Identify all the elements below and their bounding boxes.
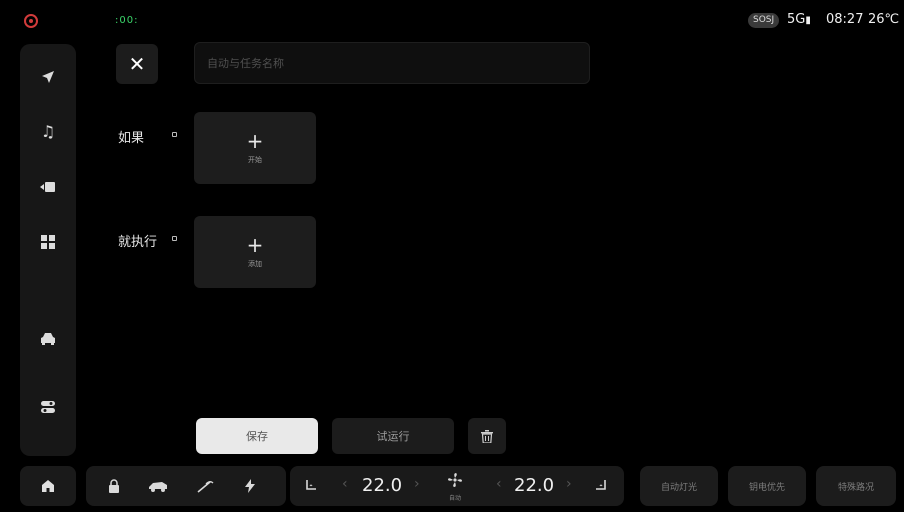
outside-temperature: 26℃ (868, 12, 900, 27)
sidebar: ♫ (20, 44, 76, 456)
apps-icon[interactable] (20, 227, 76, 257)
special-road-mode-button[interactable]: 特殊路况 (816, 466, 896, 506)
close-button[interactable]: ✕ (116, 44, 158, 84)
plus-icon: + (246, 129, 264, 153)
test-run-button[interactable]: 试运行 (332, 418, 454, 454)
right-temperature-value: 22.0 (514, 475, 555, 496)
network-label: 5G (787, 12, 806, 27)
auto-lights-button[interactable]: 自动灯光 (640, 466, 718, 506)
status-indicator: :00: (115, 15, 139, 26)
trash-icon (481, 429, 493, 443)
trunk-icon[interactable] (146, 476, 170, 496)
home-icon (42, 480, 54, 492)
if-label: 如果 (118, 131, 145, 146)
add-condition-card[interactable]: + 开始 (194, 112, 316, 184)
clock: 08:27 (826, 12, 864, 27)
add-action-card[interactable]: + 添加 (194, 216, 316, 288)
seat-heat-left-icon[interactable] (300, 476, 322, 496)
left-temperature-value: 22.0 (362, 475, 403, 496)
lock-icon[interactable] (104, 476, 124, 496)
music-icon[interactable]: ♫ (20, 116, 76, 146)
fan-mode-caption: 自动 (449, 495, 462, 502)
add-condition-caption: 开始 (248, 156, 262, 164)
right-temp-down-button[interactable]: ‹ (496, 476, 502, 492)
automation-name-input[interactable] (194, 42, 590, 84)
wiper-icon[interactable] (194, 476, 216, 496)
right-temperature: 22.0 (514, 475, 554, 496)
car-icon[interactable] (20, 324, 76, 354)
info-icon[interactable] (172, 132, 177, 137)
quick-controls-group (86, 466, 286, 506)
save-button[interactable]: 保存 (196, 418, 318, 454)
navigation-icon[interactable] (20, 62, 76, 92)
charging-icon[interactable] (240, 476, 260, 496)
delete-button[interactable] (468, 418, 506, 454)
left-temperature: 22.0 (362, 475, 402, 496)
right-temp-up-button[interactable]: › (566, 476, 572, 492)
plus-icon: + (246, 233, 264, 257)
signal-icon: ▮ (805, 15, 811, 26)
home-button[interactable] (20, 466, 76, 506)
left-temp-up-button[interactable]: › (414, 476, 420, 492)
video-icon[interactable] (20, 172, 76, 202)
brand-logo-icon (24, 14, 38, 28)
toggle-settings-icon[interactable] (20, 392, 76, 422)
left-temp-down-button[interactable]: ‹ (342, 476, 348, 492)
info-icon[interactable] (172, 236, 177, 241)
add-action-caption: 添加 (248, 260, 262, 268)
close-icon: ✕ (128, 52, 146, 76)
climate-controls-group: ‹ 22.0 › 自动 ‹ 22.0 › (290, 466, 624, 506)
battery-priority-button[interactable]: 钥电优先 (728, 466, 806, 506)
seat-heat-right-icon[interactable] (590, 476, 612, 496)
then-label: 就执行 (118, 235, 158, 250)
sos-badge[interactable]: SOSJ (748, 13, 780, 28)
fan-icon[interactable] (443, 470, 467, 490)
network-status: 5G▮ (787, 12, 811, 27)
